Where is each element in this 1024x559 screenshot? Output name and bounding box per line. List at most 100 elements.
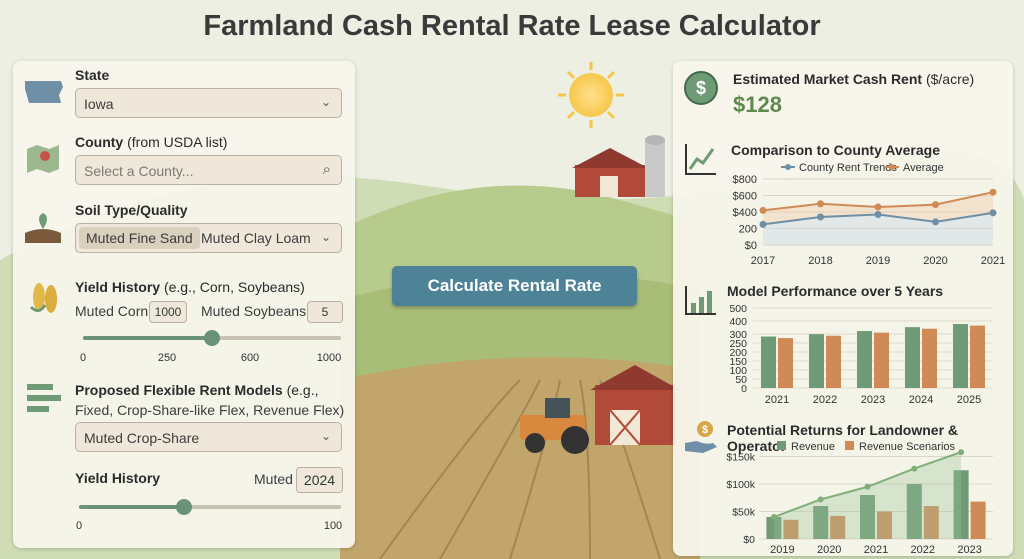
input-panel: State Iowa ⌄ County (from USDA list) Sel… xyxy=(13,61,355,548)
data-point xyxy=(759,206,767,214)
bar xyxy=(761,336,776,388)
x-tick-label: 2019 xyxy=(866,255,890,267)
data-point xyxy=(911,465,918,472)
muted-label: Muted xyxy=(254,471,293,487)
legend-swatch xyxy=(889,164,895,170)
soybeans-label: Muted Soybeans xyxy=(201,303,307,319)
state-value: Iowa xyxy=(84,96,114,112)
y-tick-label: $50k xyxy=(732,507,756,519)
corn-icon xyxy=(29,283,57,313)
page-title: Farmland Cash Rental Rate Lease Calculat… xyxy=(203,10,821,42)
y-tick-label: $150k xyxy=(726,452,755,464)
iowa-state-icon xyxy=(25,81,63,103)
data-point xyxy=(864,483,871,490)
corn-label: Muted Corn xyxy=(75,303,149,319)
y-tick-label: 400 xyxy=(729,316,747,328)
soil-chip-option[interactable]: Muted Clay Loam xyxy=(194,227,318,249)
yield-slider-handle[interactable] xyxy=(204,330,220,346)
calculate-rental-rate-button[interactable]: Calculate Rental Rate xyxy=(392,266,637,306)
data-point xyxy=(817,496,824,503)
x-tick-label: 2024 xyxy=(909,394,933,406)
bar xyxy=(922,328,937,388)
state-select[interactable]: Iowa ⌄ xyxy=(75,88,342,118)
soybeans-yield-input[interactable]: 5 xyxy=(307,301,343,323)
data-point xyxy=(932,201,939,209)
bar xyxy=(778,338,793,388)
models-label-line2: Fixed, Crop-Share-like Flex, Revenue Fle… xyxy=(75,402,345,418)
y-tick-label: 500 xyxy=(729,304,747,315)
data-point xyxy=(989,209,997,217)
soil-chip-selected[interactable]: Muted Fine Sand xyxy=(79,227,200,249)
slider-tick: 100 xyxy=(323,520,343,532)
comparison-label: Comparison to County Average xyxy=(731,142,940,158)
slider-tick: 0 xyxy=(75,520,83,532)
county-label: County (from USDA list) xyxy=(75,134,228,150)
x-tick-label: 2018 xyxy=(808,255,832,267)
data-point xyxy=(958,449,965,456)
x-tick-label: 2020 xyxy=(923,255,947,267)
bar xyxy=(826,335,841,388)
yield-slider[interactable] xyxy=(83,330,341,346)
slider-tick: 1000 xyxy=(316,352,342,364)
bar xyxy=(970,325,985,388)
year-slider-handle[interactable] xyxy=(175,499,192,515)
estimate-label: Estimated Market Cash Rent ($/acre) xyxy=(733,71,975,87)
x-tick-label: 2025 xyxy=(957,394,981,406)
search-icon: ⌕ xyxy=(322,161,331,178)
x-tick-label: 2023 xyxy=(957,544,981,555)
chevron-down-icon: ⌄ xyxy=(320,429,331,443)
x-tick-label: 2021 xyxy=(981,255,1005,267)
trend-area xyxy=(773,452,962,539)
x-tick-label: 2020 xyxy=(817,544,841,555)
data-point xyxy=(817,213,824,221)
chevron-down-icon: ⌄ xyxy=(320,95,331,109)
rent-model-select[interactable]: Muted Crop-Share ⌄ xyxy=(75,422,342,452)
y-tick-label: $0 xyxy=(743,534,755,546)
legend-swatch xyxy=(785,164,791,170)
soil-multiselect[interactable]: Muted Fine Sand Muted Clay Loam ⌄ xyxy=(75,223,342,253)
corn-yield-input[interactable]: 1000 xyxy=(149,301,187,323)
data-point xyxy=(759,220,767,228)
y-tick-label: $800 xyxy=(733,174,757,186)
x-tick-label: 2021 xyxy=(765,394,789,406)
slider-tick: 600 xyxy=(240,352,260,364)
performance-bar-chart: 0501001502002503004005002021 2022 2023 2024… xyxy=(729,304,993,406)
legend-swatch xyxy=(777,441,786,450)
y-tick-label: 200 xyxy=(739,224,757,236)
year-input[interactable]: 2024 xyxy=(296,467,343,493)
chevron-down-icon: ⌄ xyxy=(320,230,331,244)
legend-swatch xyxy=(845,441,854,450)
bar xyxy=(857,331,872,388)
results-panel: $ Estimated Market Cash Rent ($/acre) $1… xyxy=(673,61,1013,556)
x-tick-label: 2019 xyxy=(770,544,794,555)
comparison-line-chart: $0 200 $400 $600 $800 2017 2018 2019 2020 2021 Cou… xyxy=(733,162,1006,267)
y-tick-label: $600 xyxy=(733,191,757,203)
county-map-icon xyxy=(27,145,59,173)
county-search-input[interactable]: Select a County... ⌕ xyxy=(75,155,342,185)
performance-chart-icon xyxy=(685,286,716,315)
models-label: Proposed Flexible Rent Models (e.g., xyxy=(75,382,319,398)
flexible-models-icon xyxy=(27,384,61,412)
data-point xyxy=(874,210,882,218)
state-label: State xyxy=(75,67,110,83)
bar xyxy=(970,501,986,539)
data-point xyxy=(989,188,997,196)
slider-tick: 250 xyxy=(157,352,177,364)
trend-chart-icon xyxy=(685,144,716,175)
bar xyxy=(874,332,889,388)
legend-label: Revenue Scenarios xyxy=(859,441,956,453)
performance-label: Model Performance over 5 Years xyxy=(727,283,944,299)
bar xyxy=(809,334,824,388)
svg-text:$: $ xyxy=(696,78,706,98)
county-placeholder: Select a County... xyxy=(84,163,194,179)
returns-bar-chart: $0 $50k $100k $150k 2019 2020 2021 2022 2023 Reve… xyxy=(726,441,993,555)
data-point xyxy=(770,514,777,520)
x-tick-label: 2023 xyxy=(861,394,885,406)
data-point xyxy=(932,218,939,226)
rent-model-value: Muted Crop-Share xyxy=(84,430,200,446)
yield-label: Yield History (e.g., Corn, Soybeans) xyxy=(75,279,305,295)
year-slider[interactable] xyxy=(79,499,341,515)
dollar-coin-icon: $ xyxy=(684,71,718,105)
y-tick-label: 300 xyxy=(729,329,747,341)
y-tick-label: $0 xyxy=(745,240,757,252)
